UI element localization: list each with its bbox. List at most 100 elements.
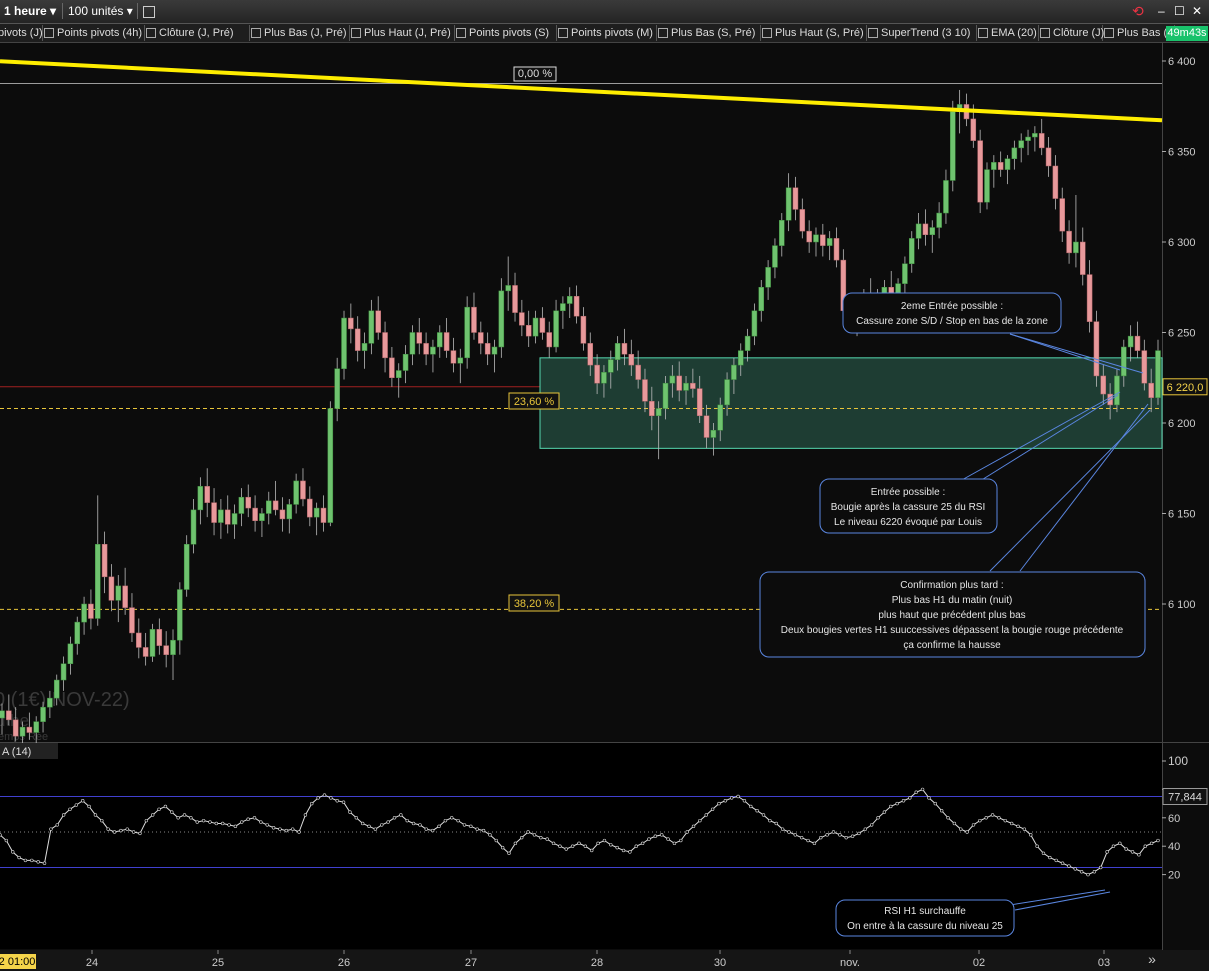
rsi-point bbox=[367, 824, 371, 829]
candle-body bbox=[621, 343, 628, 355]
candle-body bbox=[88, 603, 94, 619]
candle-body bbox=[259, 513, 265, 521]
rsi-tick-label: 100 bbox=[1168, 754, 1188, 768]
candle-body bbox=[751, 310, 758, 337]
rsi-tick-label: 20 bbox=[1168, 870, 1180, 882]
watermark-text: 0 (1€) NOV-22) bbox=[0, 689, 130, 711]
candle-body bbox=[95, 544, 101, 619]
annotation-text: Plus bas H1 du matin (nuit) bbox=[892, 595, 1013, 606]
annotation-text: Bougie après la cassure 25 du RSI bbox=[831, 502, 986, 513]
rsi-point bbox=[946, 816, 950, 820]
rsi-point bbox=[131, 830, 136, 834]
candle-body bbox=[177, 589, 183, 641]
candle-body bbox=[382, 332, 388, 359]
candle-body bbox=[915, 223, 922, 239]
rsi-point bbox=[246, 817, 250, 821]
rsi-point bbox=[596, 841, 600, 846]
candle-body bbox=[1045, 147, 1052, 167]
rsi-point bbox=[590, 848, 594, 853]
supply-demand-zone bbox=[539, 357, 1163, 449]
rsi-point bbox=[710, 807, 715, 811]
rsi-point bbox=[1118, 841, 1122, 846]
rsi-point bbox=[908, 796, 912, 800]
candle-body bbox=[1134, 335, 1141, 351]
candle-body bbox=[266, 500, 272, 514]
rsi-point bbox=[914, 790, 918, 794]
rsi-point bbox=[233, 824, 238, 829]
candle-body bbox=[785, 187, 792, 221]
rsi-point bbox=[348, 810, 352, 814]
candle-body bbox=[40, 706, 46, 722]
rsi-point bbox=[1079, 870, 1084, 874]
rsi-point bbox=[971, 823, 976, 827]
candle-body bbox=[354, 328, 361, 351]
candle-body bbox=[512, 285, 518, 313]
rsi-point bbox=[901, 799, 906, 803]
y-tick-label: 6 150 bbox=[1168, 509, 1196, 521]
rsi-point bbox=[933, 801, 938, 806]
rsi-point bbox=[1137, 853, 1141, 857]
rsi-point bbox=[1092, 870, 1097, 874]
rsi-point bbox=[157, 807, 161, 811]
rsi-point bbox=[1149, 841, 1154, 846]
candle-body bbox=[737, 350, 744, 366]
candle-body bbox=[580, 315, 587, 344]
rsi-point bbox=[640, 841, 645, 846]
candle-body bbox=[546, 332, 552, 348]
rsi-point bbox=[316, 796, 320, 800]
rsi-point bbox=[93, 813, 98, 817]
rsi-point bbox=[265, 823, 269, 827]
rsi-point bbox=[424, 827, 428, 831]
annotation-text: Entrée possible : bbox=[871, 487, 946, 498]
candle-body bbox=[1018, 140, 1024, 149]
rsi-point bbox=[278, 827, 282, 831]
rsi-point bbox=[793, 833, 798, 837]
rsi-point bbox=[500, 845, 505, 850]
candle-body bbox=[806, 230, 812, 243]
chart-area[interactable]: 6 400 6 350 6 300 6 250 6 200 6 150 6 100 0 (1€… bbox=[0, 0, 1209, 971]
rsi-point bbox=[81, 799, 85, 803]
candle-body bbox=[1141, 350, 1148, 384]
candle-body bbox=[799, 209, 806, 232]
rsi-point bbox=[1016, 824, 1020, 829]
candle-body bbox=[313, 507, 320, 518]
rsi-point bbox=[456, 818, 460, 823]
rsi-point bbox=[227, 823, 231, 827]
rsi-point bbox=[1029, 833, 1033, 837]
candle-body bbox=[1086, 274, 1093, 322]
rsi-point bbox=[691, 824, 696, 829]
rsi-point bbox=[984, 816, 988, 820]
candle-body bbox=[156, 629, 163, 646]
rsi-point bbox=[341, 800, 346, 804]
candle-body bbox=[608, 359, 614, 373]
candle-body bbox=[1127, 335, 1134, 348]
candle-body bbox=[977, 140, 983, 203]
candle-body bbox=[1121, 346, 1127, 377]
candle-body bbox=[703, 415, 710, 438]
candle-body bbox=[1148, 382, 1154, 398]
rsi-point bbox=[876, 816, 880, 820]
rsi-point bbox=[170, 810, 174, 814]
rsi-point bbox=[774, 821, 778, 826]
candle-body bbox=[211, 502, 217, 523]
candle-body bbox=[74, 621, 80, 645]
candle-body bbox=[361, 343, 368, 351]
rsi-point bbox=[1035, 844, 1039, 848]
annotation-text: 2eme Entrée possible : bbox=[901, 301, 1003, 312]
rsi-point bbox=[520, 835, 524, 840]
candle-body bbox=[683, 382, 689, 391]
candle-body bbox=[218, 509, 224, 523]
rsi-point bbox=[1060, 861, 1065, 865]
candle-body bbox=[929, 227, 936, 236]
rsi-point bbox=[354, 816, 359, 820]
rsi-point bbox=[749, 804, 753, 809]
candle-body bbox=[573, 296, 580, 317]
candle-body bbox=[47, 697, 53, 708]
candle-body bbox=[1066, 230, 1072, 254]
rsi-point bbox=[838, 833, 842, 837]
candle-body bbox=[649, 401, 655, 417]
candle-body bbox=[430, 346, 436, 355]
y-tick-label: 6 400 bbox=[1168, 56, 1196, 68]
candle-body bbox=[471, 306, 477, 333]
candle-body bbox=[437, 332, 443, 348]
